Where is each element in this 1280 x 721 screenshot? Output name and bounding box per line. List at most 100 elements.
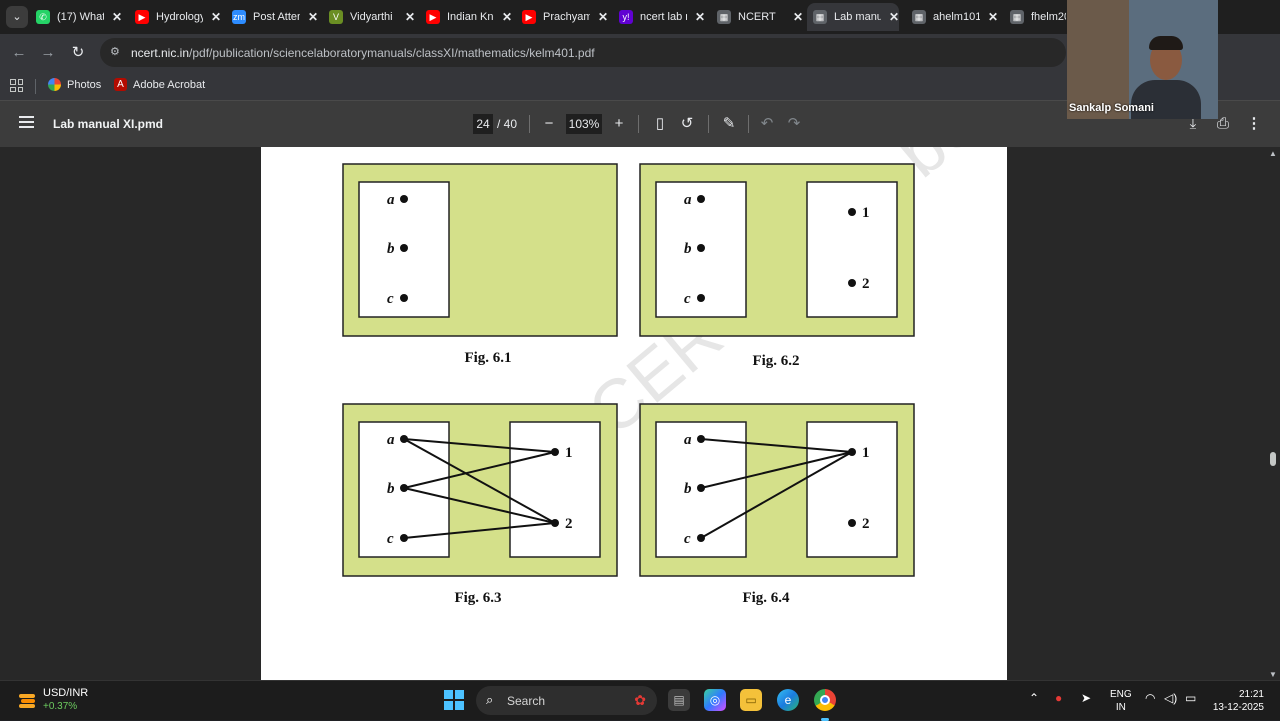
battery-icon[interactable]: ▭ <box>1185 691 1196 705</box>
url-host: ncert.nic.in <box>131 46 190 60</box>
location-tray-icon[interactable]: ➤ <box>1081 691 1091 705</box>
toolbar-divider <box>708 115 709 133</box>
back-arrow-icon[interactable]: ← <box>8 42 30 64</box>
show-hidden-icons-chevron-icon[interactable]: ⌃ <box>1029 691 1039 705</box>
scrollbar-thumb[interactable] <box>1270 452 1276 466</box>
more-options-icon[interactable]: ⋮ <box>1243 113 1265 135</box>
forward-arrow-icon[interactable]: → <box>37 42 59 64</box>
close-tab-icon[interactable]: ✕ <box>695 10 705 24</box>
bookmarks-divider <box>35 79 36 94</box>
clock-date: 13-12-2025 <box>1212 702 1264 713</box>
widget-title[interactable]: USD/INR <box>43 687 88 699</box>
close-tab-icon[interactable]: ✕ <box>988 10 998 24</box>
copilot-icon[interactable]: ◎ <box>704 689 726 711</box>
close-tab-icon[interactable]: ✕ <box>889 10 899 24</box>
fig4-codomain-set <box>806 421 898 558</box>
fig3-caption: Fig. 6.3 <box>454 590 501 606</box>
hamburger-menu-icon[interactable] <box>19 116 34 128</box>
tab-7[interactable]: y! ncert lab manual ✕ <box>613 3 705 31</box>
tab-5[interactable]: ▶ Indian Knowledge ✕ <box>420 3 512 31</box>
clock-time: 21:21 <box>1238 689 1264 700</box>
fit-page-icon[interactable]: ▯ <box>649 113 671 135</box>
zoom-level-input[interactable]: 103% <box>566 114 602 134</box>
youtube-icon: ▶ <box>135 10 149 24</box>
bookmark-label: Adobe Acrobat <box>133 78 206 91</box>
close-tab-icon[interactable]: ✕ <box>211 10 221 24</box>
scroll-up-icon[interactable]: ▲ <box>1269 149 1277 158</box>
site-info-icon[interactable]: ⚙ <box>110 45 124 59</box>
tab-8[interactable]: ▦ NCERT ✕ <box>711 3 803 31</box>
currency-widget-icon[interactable] <box>17 690 37 710</box>
url-text[interactable]: ncert.nic.in/pdf/publication/sciencelabo… <box>131 46 595 60</box>
tab-3[interactable]: zm Post Attendance ✕ <box>226 3 318 31</box>
close-tab-icon[interactable]: ✕ <box>598 10 608 24</box>
search-label: Search <box>507 694 546 708</box>
fig4-domain-label: a <box>684 432 692 448</box>
toolbar-divider <box>748 115 749 133</box>
pdf-document-title: Lab manual XI.pmd <box>53 117 164 131</box>
undo-icon[interactable]: ↶ <box>756 113 778 135</box>
tab-11[interactable]: ▦ fhelm201 <box>1004 3 1066 31</box>
reload-icon[interactable]: ↻ <box>67 42 89 64</box>
file-explorer-icon[interactable]: ▭ <box>740 689 762 711</box>
fig4-codomain-point <box>848 519 856 527</box>
taskbar-search[interactable]: ⌕ Search ✿ <box>476 686 657 715</box>
tab-2[interactable]: ▶ Hydrology ✕ <box>129 3 221 31</box>
close-tab-icon[interactable]: ✕ <box>308 10 318 24</box>
rotate-icon[interactable]: ↺ <box>676 113 698 135</box>
page-number-input[interactable]: 24 <box>473 114 493 134</box>
zoom-in-icon[interactable]: + <box>608 113 630 135</box>
zoom-out-icon[interactable]: − <box>538 113 560 135</box>
tab-9[interactable]: ▦ Lab manual ✕ <box>807 3 899 31</box>
apps-grid-icon[interactable] <box>10 79 23 92</box>
pdf-page: © NCERT not to be republishedabcFig. 6.1… <box>261 147 1007 680</box>
scroll-down-icon[interactable]: ▼ <box>1269 670 1277 679</box>
pdf-file-icon: ▦ <box>813 10 827 24</box>
tab-title: ahelm101 <box>933 11 980 23</box>
close-tab-icon[interactable]: ✕ <box>405 10 415 24</box>
redo-icon[interactable]: ↷ <box>783 113 805 135</box>
edge-browser-icon[interactable]: e <box>777 689 799 711</box>
tab-title: NCERT <box>738 11 776 23</box>
antivirus-tray-icon[interactable]: ● <box>1055 691 1062 705</box>
fig1-domain-label: b <box>387 241 395 257</box>
url-path: /pdf/publication/sciencelaboratorymanual… <box>189 46 595 60</box>
tab-search-chevron-icon[interactable]: ⌄ <box>6 6 28 28</box>
pdf-viewer[interactable]: © NCERT not to be republishedabcFig. 6.1… <box>0 147 1280 680</box>
fig2-domain-point <box>697 195 705 203</box>
fig4-codomain-label: 2 <box>862 516 870 532</box>
chrome-browser-icon[interactable] <box>814 689 836 721</box>
tab-title: ncert lab manual <box>640 11 687 23</box>
language-indicator[interactable]: ENG IN <box>1110 688 1132 714</box>
windows-taskbar: USD/INR +0.37% ⌕ Search ✿ ▤ ◎ ▭ e ⌃ ● ➤ … <box>0 680 1280 721</box>
tab-10[interactable]: ▦ ahelm101 ✕ <box>906 3 998 31</box>
fig2-codomain-point <box>848 208 856 216</box>
volume-icon[interactable]: ◁) <box>1164 691 1177 705</box>
close-tab-icon[interactable]: ✕ <box>793 10 803 24</box>
bookmark-adobe-acrobat[interactable]: A Adobe Acrobat <box>114 78 205 91</box>
fig2-domain-label: c <box>684 291 691 307</box>
widget-change: +0.37% <box>43 701 78 712</box>
bookmark-photos[interactable]: Photos <box>48 78 101 91</box>
wifi-icon[interactable]: ◠ <box>1145 691 1155 705</box>
fig3-domain-label: a <box>387 432 395 448</box>
scrollbar[interactable]: ▲ ▼ <box>1266 147 1280 680</box>
vidyarthi-icon: V <box>329 10 343 24</box>
tab-4[interactable]: V Vidyarthi ✕ <box>323 3 415 31</box>
system-clock[interactable]: 21:21 13-12-2025 <box>1206 688 1264 714</box>
participant-hair <box>1149 36 1183 50</box>
fig3-codomain-label: 2 <box>565 516 573 532</box>
search-highlight-icon: ✿ <box>634 692 646 708</box>
video-call-tile[interactable]: Sankalp Somani <box>1067 0 1218 119</box>
close-tab-icon[interactable]: ✕ <box>112 10 122 24</box>
annotate-pen-icon[interactable]: ✎ <box>718 113 740 135</box>
fig4-domain-label: b <box>684 481 692 497</box>
pdf-file-icon: ▦ <box>1010 10 1024 24</box>
task-view-icon[interactable]: ▤ <box>668 689 690 711</box>
address-bar[interactable]: ⚙ ncert.nic.in/pdf/publication/sciencela… <box>100 38 1066 67</box>
tab-1[interactable]: ✆ (17) WhatsApp ✕ <box>30 3 122 31</box>
fig3-codomain-label: 1 <box>565 445 573 461</box>
tab-6[interactable]: ▶ Prachyam ✕ <box>516 3 608 31</box>
windows-start-icon[interactable] <box>444 690 464 710</box>
close-tab-icon[interactable]: ✕ <box>502 10 512 24</box>
